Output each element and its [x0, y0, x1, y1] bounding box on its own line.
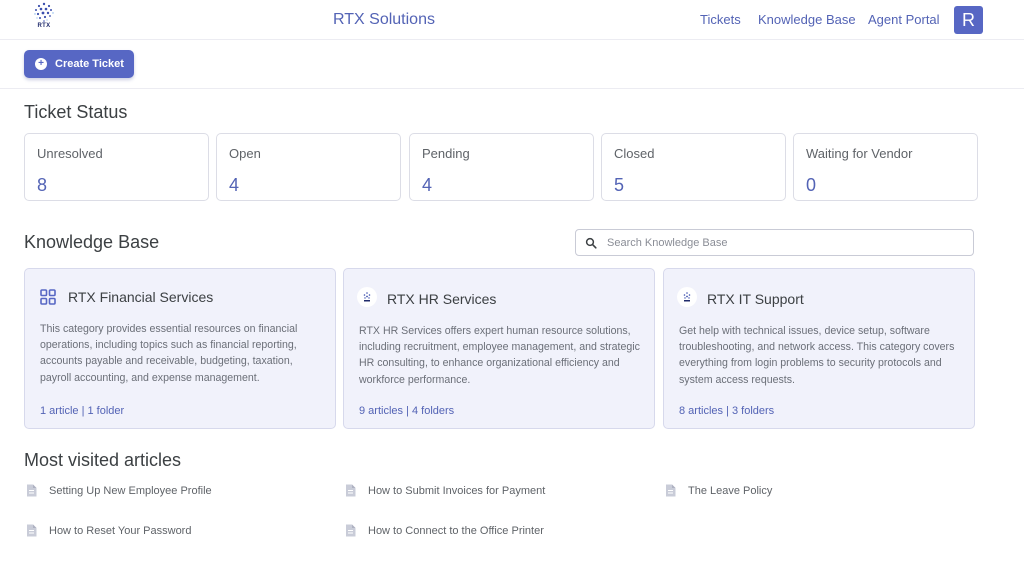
plus-circle-icon: +: [35, 58, 47, 70]
kb-search-box: [575, 229, 974, 256]
article-title: How to Reset Your Password: [49, 524, 192, 537]
kb-category-description: Get help with technical issues, device s…: [679, 325, 955, 386]
kb-category-title: RTX Financial Services: [68, 289, 214, 305]
status-card-waiting-for-vendor[interactable]: Waiting for Vendor 0: [793, 133, 978, 201]
nav-agent-portal[interactable]: Agent Portal: [868, 12, 940, 27]
article-link[interactable]: How to Submit Invoices for Payment: [345, 484, 545, 497]
document-icon: [27, 524, 37, 537]
document-icon: [346, 524, 356, 537]
status-card-closed[interactable]: Closed 5: [601, 133, 786, 201]
create-ticket-label: Create Ticket: [55, 58, 124, 70]
kb-category-description: RTX HR Services offers expert human reso…: [359, 325, 640, 386]
kb-category-title: RTX IT Support: [707, 291, 804, 307]
knowledge-base-heading: Knowledge Base: [24, 232, 160, 252]
article-title: Setting Up New Employee Profile: [49, 484, 212, 497]
kb-category-title: RTX HR Services: [387, 291, 497, 307]
article-link[interactable]: Setting Up New Employee Profile: [26, 484, 212, 497]
status-card-unresolved[interactable]: Unresolved 8: [24, 133, 209, 201]
kb-search-input[interactable]: [607, 234, 962, 252]
status-count: 4: [229, 175, 240, 195]
kb-category-meta: 9 articles | 4 folders: [359, 405, 455, 417]
status-card-open[interactable]: Open 4: [216, 133, 401, 201]
article-title: How to Connect to the Office Printer: [368, 524, 544, 537]
article-title: How to Submit Invoices for Payment: [368, 484, 546, 497]
create-ticket-button[interactable]: + Create Ticket: [24, 50, 134, 78]
toolbar: + Create Ticket: [0, 40, 1024, 89]
status-label: Unresolved: [37, 146, 103, 161]
status-label: Closed: [614, 146, 655, 161]
article-title: The Leave Policy: [688, 484, 773, 497]
status-count: 4: [422, 175, 433, 195]
article-link[interactable]: The Leave Policy: [665, 484, 772, 497]
kb-category-meta: 8 articles | 3 folders: [679, 405, 775, 417]
kb-category-hr-services[interactable]: RTX HR Services RTX HR Services offers e…: [343, 268, 655, 429]
nav-knowledge-base[interactable]: Knowledge Base: [758, 12, 856, 27]
rtx-logo-icon: [677, 287, 697, 307]
user-avatar[interactable]: R: [954, 6, 983, 34]
rtx-logo[interactable]: RTX: [30, 1, 58, 35]
kb-category-financial-services[interactable]: RTX Financial Services This category pro…: [24, 268, 336, 429]
nav-tickets[interactable]: Tickets: [700, 12, 741, 27]
status-count: 0: [806, 175, 817, 195]
status-label: Open: [229, 146, 261, 161]
kb-category-description: This category provides essential resourc…: [40, 323, 298, 384]
status-label: Pending: [422, 146, 470, 161]
article-link[interactable]: How to Reset Your Password: [26, 524, 191, 537]
status-count: 5: [614, 175, 625, 195]
grid-icon: [40, 289, 56, 305]
ticket-status-heading: Ticket Status: [24, 102, 128, 122]
kb-category-meta: 1 article | 1 folder: [40, 405, 125, 417]
logo-globe-icon: [34, 2, 54, 22]
logo-text: RTX: [37, 23, 51, 29]
kb-category-it-support[interactable]: RTX IT Support Get help with technical i…: [663, 268, 975, 429]
rtx-logo-icon: [357, 287, 377, 307]
app-title: RTX Solutions: [333, 11, 435, 28]
status-count: 8: [37, 175, 48, 195]
search-icon: [585, 237, 597, 249]
document-icon: [27, 484, 37, 497]
article-link[interactable]: How to Connect to the Office Printer: [345, 524, 544, 537]
most-visited-heading: Most visited articles: [24, 450, 182, 470]
top-header: RTX RTX Solutions Tickets Knowledge Base…: [0, 0, 1024, 40]
document-icon: [666, 484, 676, 497]
status-label: Waiting for Vendor: [806, 146, 913, 161]
document-icon: [346, 484, 356, 497]
status-card-pending[interactable]: Pending 4: [409, 133, 594, 201]
